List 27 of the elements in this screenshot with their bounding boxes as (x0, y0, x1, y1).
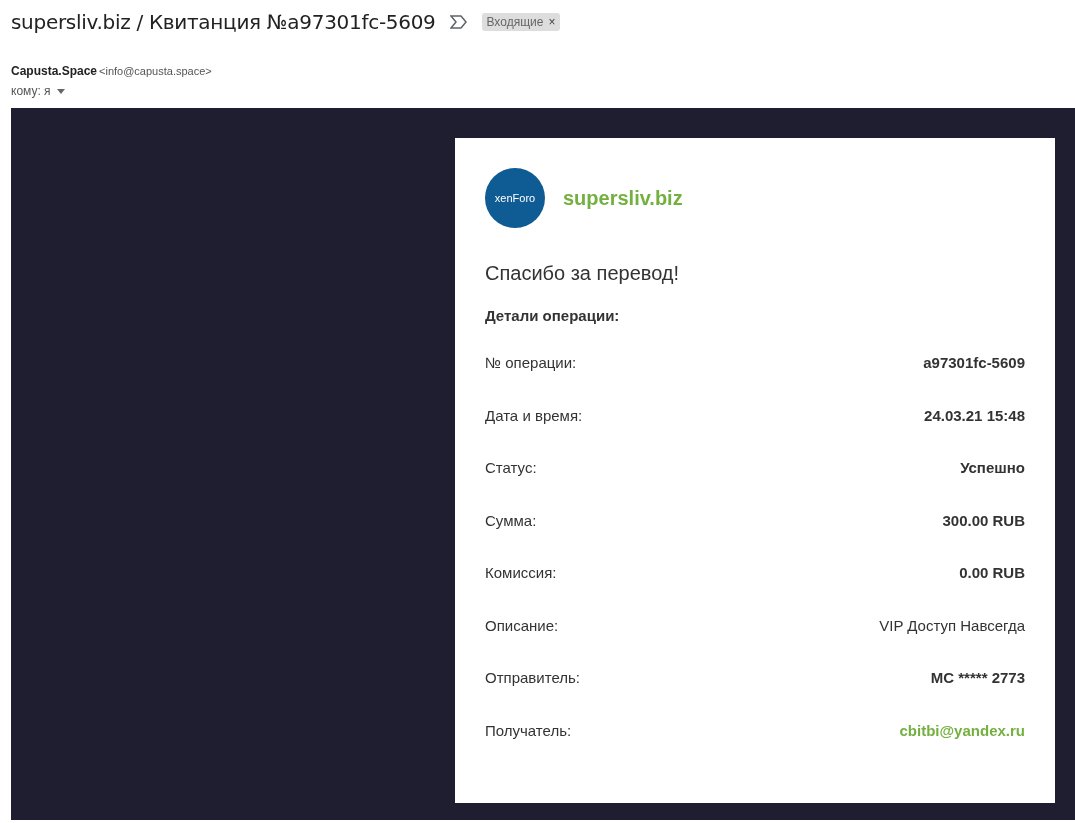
remove-label-button[interactable]: × (548, 15, 556, 29)
email-subject: supersliv.biz / Квитанция №a97301fc-5609 (11, 10, 436, 34)
detail-label: № операции: (485, 354, 577, 373)
detail-label: Отправитель: (485, 669, 580, 688)
detail-value: 300.00 RUB (942, 511, 1025, 531)
detail-label: Получатель: (485, 721, 572, 741)
detail-label: Сумма: (485, 511, 537, 531)
dropdown-icon[interactable] (56, 88, 65, 94)
detail-value: 24.03.21 15:48 (924, 406, 1025, 426)
sender-name: Capusta.Space (11, 64, 98, 78)
detail-label: Статус: (485, 459, 537, 478)
logo-text: xenForo (494, 192, 536, 204)
label-text: Входящие (486, 15, 544, 29)
thanks-heading: Спасибо за перевод! (485, 262, 681, 285)
detail-value: 0.00 RUB (959, 564, 1025, 583)
site-name: supersliv.biz (563, 186, 683, 210)
detail-value: Успешно (960, 459, 1025, 478)
section-heading: Детали операции: (485, 307, 621, 324)
detail-label: Комиссия: (485, 564, 557, 583)
detail-label: Описание: (485, 616, 559, 636)
detail-label: Дата и время: (485, 406, 583, 426)
detail-value: a97301fc-5609 (923, 354, 1025, 373)
importance-marker-icon[interactable] (449, 15, 468, 29)
detail-value: MC ***** 2773 (930, 669, 1025, 688)
sender-address: <info@capusta.space> (99, 65, 212, 77)
recipient-text: кому: я (11, 84, 51, 98)
detail-value: VIP Доступ Навсегда (879, 616, 1025, 636)
